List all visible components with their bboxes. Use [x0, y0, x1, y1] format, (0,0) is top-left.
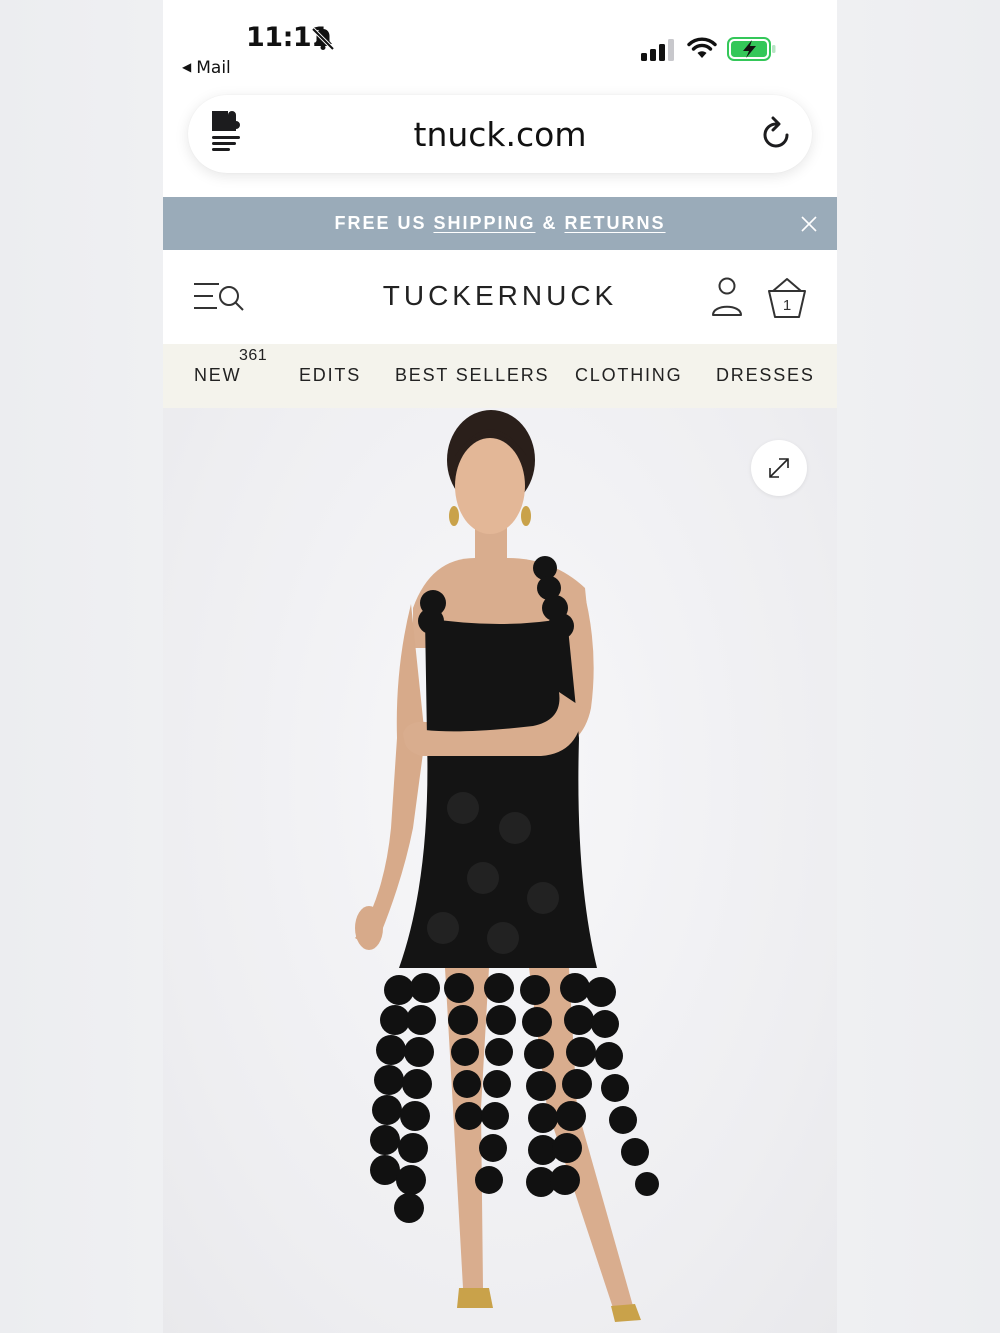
nav-item-new[interactable]: NEW	[194, 365, 241, 386]
wifi-icon	[687, 37, 717, 58]
promo-prefix: FREE US	[334, 213, 434, 233]
promo-separator: &	[535, 213, 565, 233]
address-bar[interactable]: tnuck.com	[188, 95, 812, 173]
shipping-link[interactable]: SHIPPING	[433, 213, 535, 233]
bell-slash-icon	[311, 27, 335, 51]
new-items-count: 361	[239, 347, 268, 364]
close-icon[interactable]	[799, 214, 819, 234]
product-image[interactable]	[163, 408, 837, 1333]
url-text[interactable]: tnuck.com	[188, 115, 812, 154]
nav-item-best-sellers[interactable]: BEST SELLERS	[395, 365, 549, 386]
back-app-label: Mail	[196, 58, 231, 78]
cart-count: 1	[783, 297, 791, 314]
nav-item-edits[interactable]: EDITS	[299, 365, 361, 386]
nav-label: NEW	[194, 365, 242, 385]
battery-charging-icon	[727, 37, 776, 61]
reload-icon[interactable]	[760, 115, 794, 151]
expand-icon	[769, 458, 789, 478]
nav-item-clothing[interactable]: CLOTHING	[575, 365, 682, 386]
status-bar: 11:11 ◀ Mail	[163, 0, 837, 92]
account-icon[interactable]	[711, 276, 743, 318]
site-header: TUCKERNUCK 1	[163, 250, 837, 344]
model-photo	[355, 410, 659, 1322]
cellular-signal-icon	[641, 39, 674, 61]
nav-item-dresses[interactable]: DRESSES	[716, 365, 815, 386]
shopping-bag-icon: 1	[768, 278, 806, 318]
returns-link[interactable]: RETURNS	[565, 213, 666, 233]
back-to-mail-link[interactable]: ◀ Mail	[182, 58, 231, 78]
back-arrow-icon: ◀	[182, 60, 192, 74]
nav-label: EDITS	[299, 365, 362, 385]
expand-image-button[interactable]	[751, 440, 807, 496]
category-nav: NEW 361 EDITS BEST SELLERS CLOTHING DRES…	[163, 344, 837, 408]
phone-screen: 11:11 ◀ Mail tnuck.com FREE US SHIPPING …	[163, 0, 837, 1333]
promo-banner: FREE US SHIPPING & RETURNS	[163, 197, 837, 250]
nav-label: CLOTHING	[575, 365, 683, 385]
promo-text: FREE US SHIPPING & RETURNS	[163, 213, 837, 234]
nav-label: BEST SELLERS	[395, 365, 550, 385]
nav-label: DRESSES	[716, 365, 815, 385]
shopping-bag-button[interactable]: 1	[767, 277, 807, 319]
